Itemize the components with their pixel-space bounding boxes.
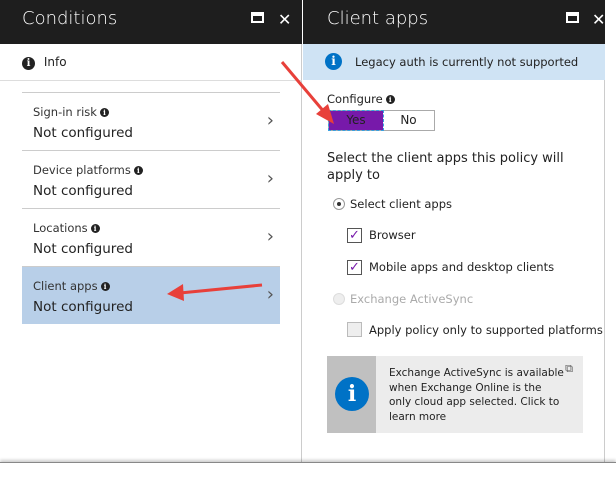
annotation-arrows: [167, 61, 334, 301]
arrow-to-configure: [280, 61, 327, 114]
arrow-to-client-apps: [179, 283, 263, 295]
torn-edge: [0, 462, 616, 479]
arrow-head: [167, 284, 184, 301]
